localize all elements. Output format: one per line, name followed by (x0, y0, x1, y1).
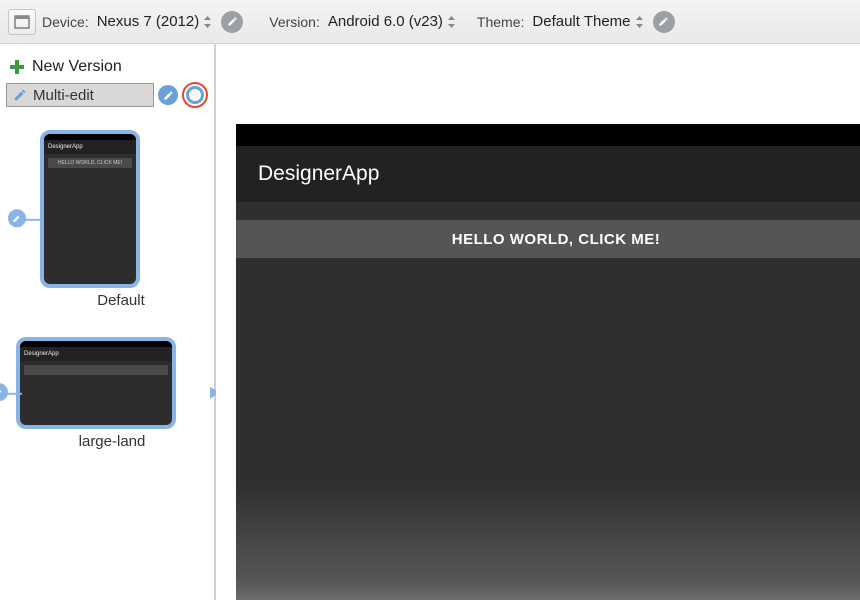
version-dropdown[interactable]: Android 6.0 (v23) (326, 11, 459, 32)
new-version-button[interactable]: New Version (6, 54, 208, 82)
updown-icon (447, 16, 457, 28)
thumb-connector (24, 218, 40, 220)
theme-value: Default Theme (532, 13, 630, 30)
preview-button[interactable]: HELLO WORLD, CLICK ME! (236, 220, 860, 258)
version-value: Android 6.0 (v23) (328, 13, 443, 30)
multi-edit-row: Multi-edit (6, 82, 208, 108)
thumb-appbar: DesignerApp (44, 140, 136, 154)
preview-statusbar (236, 124, 860, 146)
edit-device-button[interactable] (221, 11, 243, 33)
thumb-label: Default (34, 292, 208, 309)
thumb-device-frame[interactable]: DesignerApp (16, 337, 176, 429)
multi-edit-button[interactable]: Multi-edit (6, 83, 154, 107)
new-version-label: New Version (32, 58, 122, 76)
ring-icon (186, 86, 204, 104)
edit-theme-button[interactable] (653, 11, 675, 33)
plus-icon (8, 58, 26, 76)
thumb-connector (6, 392, 22, 394)
thumb-appbar: DesignerApp (20, 347, 172, 361)
toolbar: Device: Nexus 7 (2012) Version: Android … (0, 0, 860, 44)
preview-appbar: DesignerApp (236, 146, 860, 202)
theme-label: Theme: (477, 14, 524, 30)
device-dropdown[interactable]: Nexus 7 (2012) (95, 11, 216, 32)
updown-icon (635, 16, 645, 28)
viewport-toggle-button[interactable] (8, 9, 36, 35)
device-value: Nexus 7 (2012) (97, 13, 200, 30)
preview-content: HELLO WORLD, CLICK ME! (236, 202, 860, 258)
multi-edit-action-button[interactable] (158, 85, 178, 105)
updown-icon (203, 16, 213, 28)
device-preview[interactable]: DesignerApp HELLO WORLD, CLICK ME! (236, 124, 860, 600)
sidebar: New Version Multi-edit (0, 44, 216, 600)
config-thumbnails: DesignerApp HELLO WORLD, CLICK ME! Defau… (6, 130, 208, 478)
preview-app-title: DesignerApp (258, 162, 379, 186)
thumb-button: HELLO WORLD, CLICK ME! (48, 158, 132, 168)
design-canvas[interactable]: DesignerApp HELLO WORLD, CLICK ME! (216, 44, 860, 600)
device-label: Device: (42, 14, 89, 30)
thumb-device-frame[interactable]: DesignerApp HELLO WORLD, CLICK ME! (40, 130, 140, 288)
config-thumb-large-land[interactable]: DesignerApp large-land (16, 337, 208, 450)
theme-dropdown[interactable]: Default Theme (530, 11, 646, 32)
multi-edit-label: Multi-edit (33, 87, 94, 104)
pencil-icon (11, 86, 29, 104)
thumb-button (24, 365, 168, 375)
version-label: Version: (269, 14, 320, 30)
config-thumb-default[interactable]: DesignerApp HELLO WORLD, CLICK ME! Defau… (34, 130, 208, 309)
thumb-label: large-land (16, 433, 208, 450)
highlighted-ring-button[interactable] (182, 82, 208, 108)
body: New Version Multi-edit (0, 44, 860, 600)
